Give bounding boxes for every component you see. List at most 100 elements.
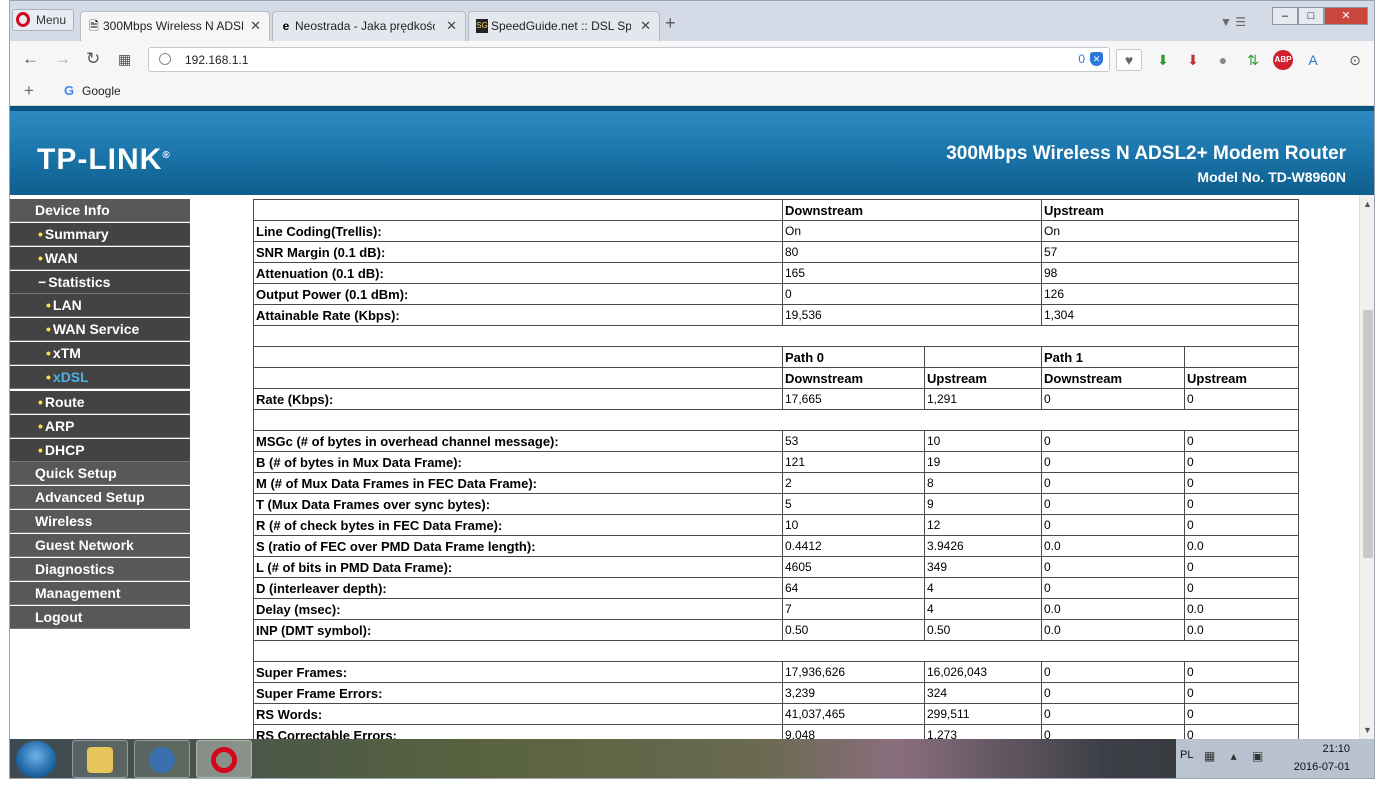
stat-value: 12 <box>924 514 1042 536</box>
stat-value: 10 <box>924 430 1042 452</box>
tab-strip: Menu 🗎 300Mbps Wireless N ADSL2+ Modem R… <box>10 1 1374 41</box>
nav-logout[interactable]: Logout <box>10 606 190 629</box>
downstream-value: On <box>782 220 1042 242</box>
close-tab-icon[interactable]: ✕ <box>250 18 261 34</box>
page-icon: 🗎 <box>89 19 99 33</box>
tab-neostrada[interactable]: e Neostrada - Jaka prędkość ✕ <box>272 11 466 41</box>
google-logo-icon: G <box>64 83 75 98</box>
menu-label: Menu <box>36 13 67 27</box>
stat-value: 0 <box>1184 493 1299 515</box>
download-blocked-icon[interactable]: ⬇ <box>1183 50 1203 70</box>
header-blank <box>253 346 783 368</box>
add-bookmark-icon[interactable]: + <box>24 81 34 101</box>
close-window-button[interactable]: ✕ <box>1324 7 1368 25</box>
nav-route[interactable]: • Route <box>10 391 190 414</box>
path-header-row: Path 0 Path 1 <box>253 346 1299 368</box>
row-label: L (# of bits in PMD Data Frame): <box>253 556 783 578</box>
minimize-button[interactable]: – <box>1272 7 1298 25</box>
nav-wireless[interactable]: Wireless <box>10 510 190 533</box>
bookmark-google[interactable]: Google <box>82 84 121 98</box>
language-indicator[interactable]: PL <box>1180 749 1193 761</box>
downloads-icon[interactable]: ⊙ <box>1345 50 1365 70</box>
nav-device-info[interactable]: Device Info <box>10 199 190 222</box>
stat-value: 0.0 <box>1041 598 1185 620</box>
stat-value: 0.50 <box>782 619 925 641</box>
nav-xtm[interactable]: • xTM <box>10 342 190 365</box>
new-tab-icon[interactable]: + <box>665 13 676 34</box>
nav-dhcp[interactable]: • DHCP <box>10 439 190 462</box>
speed-dial-icon[interactable]: ▦ <box>118 51 131 68</box>
url-text[interactable]: 192.168.1.1 <box>185 53 248 67</box>
counter-value: 0 <box>1041 661 1185 683</box>
row-label: Line Coding(Trellis): <box>253 220 783 242</box>
stat-value: 0 <box>1041 577 1185 599</box>
nav-advanced-setup[interactable]: Advanced Setup <box>10 486 190 509</box>
forward-icon[interactable]: → <box>54 49 71 69</box>
nav-summary[interactable]: • Summary <box>10 223 190 246</box>
windows-taskbar: PL ▦ ▴ ▣ 21:10 2016-07-01 <box>10 739 1374 778</box>
nav-wan-service[interactable]: • WAN Service <box>10 318 190 341</box>
clock-date[interactable]: 2016-07-01 <box>1294 761 1350 773</box>
nav-quick-setup[interactable]: Quick Setup <box>10 462 190 485</box>
tab-speedguide[interactable]: SG SpeedGuide.net :: DSL Speed ✕ <box>468 11 660 41</box>
address-bar[interactable]: 192.168.1.1 0 ✕ <box>148 47 1110 72</box>
close-tab-icon[interactable]: ✕ <box>446 18 457 34</box>
search-extension-icon[interactable]: ● <box>1213 50 1233 70</box>
rate-value: 0 <box>1041 388 1185 410</box>
site-info-icon[interactable] <box>159 53 171 65</box>
adblock-plus-icon[interactable]: ABP <box>1273 50 1293 70</box>
explorer-taskbar-icon[interactable] <box>72 740 128 778</box>
tab-menu-icon[interactable]: ▼ ☰ <box>1220 15 1246 29</box>
nav-diagnostics[interactable]: Diagnostics <box>10 558 190 581</box>
maximize-button[interactable]: □ <box>1298 7 1324 25</box>
scrollbar-thumb[interactable] <box>1363 310 1373 558</box>
row-label: RS Correctable Errors: <box>253 724 783 739</box>
nav-guest-network[interactable]: Guest Network <box>10 534 190 557</box>
stat-value: 0 <box>1041 430 1185 452</box>
nav-xdsl[interactable]: • xDSL <box>10 366 190 389</box>
back-icon[interactable]: ← <box>22 49 39 69</box>
counter-value: 299,511 <box>924 703 1042 725</box>
row-label: S (ratio of FEC over PMD Data Frame leng… <box>253 535 783 557</box>
adblock-shield-icon[interactable]: ✕ <box>1090 52 1103 66</box>
downstream-value: 19,536 <box>782 304 1042 326</box>
scroll-up-icon[interactable]: ▲ <box>1363 199 1372 209</box>
upstream-value: 126 <box>1041 283 1299 305</box>
reload-icon[interactable]: ↻ <box>86 49 100 69</box>
opera-menu-button[interactable]: Menu <box>12 9 74 31</box>
row-label: Output Power (0.1 dBm): <box>253 283 783 305</box>
row-label: RS Words: <box>253 703 783 725</box>
opera-logo-icon <box>16 12 30 27</box>
row-label: MSGc (# of bytes in overhead channel mes… <box>253 430 783 452</box>
stat-value: 349 <box>924 556 1042 578</box>
bookmark-heart-icon[interactable]: ♥ <box>1116 49 1142 71</box>
tab-title: Neostrada - Jaka prędkość <box>295 19 435 33</box>
download-extension-icon[interactable]: ⬇ <box>1153 50 1173 70</box>
nav-arp[interactable]: • ARP <box>10 415 190 438</box>
row-label: INP (DMT symbol): <box>253 619 783 641</box>
line-stat-row: Output Power (0.1 dBm): 0 126 <box>253 283 1299 305</box>
downstream-value: 80 <box>782 241 1042 263</box>
nav-wan[interactable]: • WAN <box>10 247 190 270</box>
clock-time[interactable]: 21:10 <box>1322 743 1350 755</box>
router-page: TP-LINK® 300Mbps Wireless N ADSL2+ Modem… <box>10 106 1374 739</box>
row-label: Delay (msec): <box>253 598 783 620</box>
close-tab-icon[interactable]: ✕ <box>640 18 651 34</box>
page-scrollbar[interactable]: ▲ ▼ <box>1359 195 1374 739</box>
counter-value: 324 <box>924 682 1042 704</box>
scroll-down-icon[interactable]: ▼ <box>1363 725 1372 735</box>
translate-icon[interactable]: A <box>1303 50 1323 70</box>
opera-taskbar-icon[interactable] <box>196 740 252 778</box>
sync-extension-icon[interactable]: ⇅ <box>1243 50 1263 70</box>
row-label: Attainable Rate (Kbps): <box>253 304 783 326</box>
frame-stat-row: Delay (msec): 7 4 0.0 0.0 <box>253 598 1299 620</box>
stat-value: 0 <box>1041 451 1185 473</box>
nav-statistics[interactable]: − Statistics <box>10 271 190 294</box>
tray-icons[interactable]: ▦ ▴ ▣ <box>1204 749 1269 763</box>
tab-router[interactable]: 🗎 300Mbps Wireless N ADSL2+ Modem Router… <box>80 11 270 41</box>
nav-management[interactable]: Management <box>10 582 190 605</box>
nav-lan[interactable]: • LAN <box>10 294 190 317</box>
start-button[interactable] <box>16 741 56 778</box>
thunderbird-taskbar-icon[interactable] <box>134 740 190 778</box>
tab-title: SpeedGuide.net :: DSL Speed <box>491 19 631 33</box>
